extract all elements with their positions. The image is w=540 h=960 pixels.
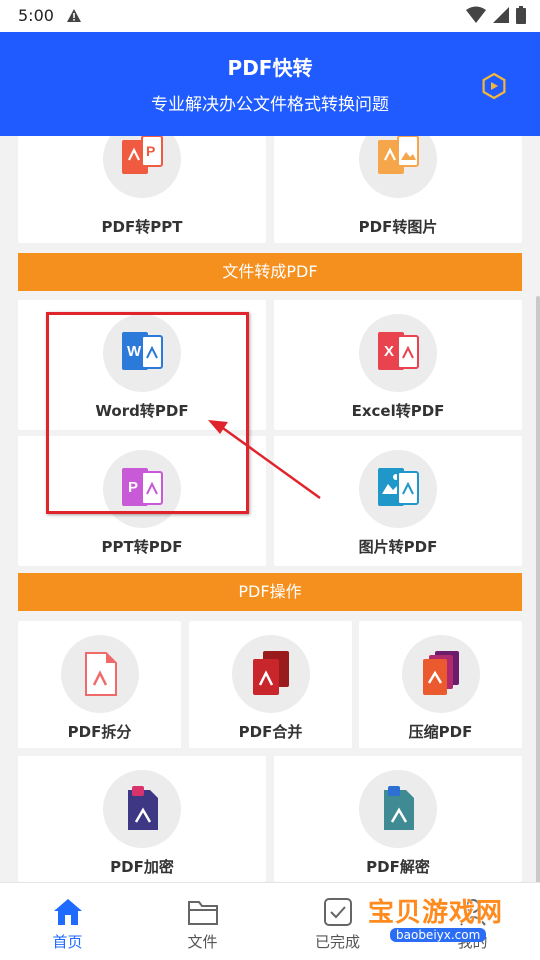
signal-icon: [493, 7, 509, 23]
status-time: 5:00: [18, 6, 54, 25]
nav-label: 文件: [187, 933, 218, 951]
scrollbar[interactable]: [536, 296, 540, 882]
app-subtitle: 专业解决办公文件格式转换问题: [151, 95, 389, 115]
annotation-arrow-icon: [208, 420, 321, 500]
app-header: PDF快转 专业解决办公文件格式转换问题: [0, 32, 540, 136]
nav-label: 首页: [52, 933, 83, 951]
app-title: PDF快转: [227, 56, 313, 80]
nav-home[interactable]: 首页: [0, 883, 135, 960]
wifi-icon: [466, 6, 486, 23]
nav-files[interactable]: 文件: [135, 883, 270, 960]
warning-icon: [67, 9, 81, 22]
folder-icon: [187, 901, 218, 925]
status-bar: 5:00: [0, 0, 540, 32]
vip-badge-icon[interactable]: [480, 72, 508, 100]
watermark-text: 宝贝游戏网: [368, 898, 504, 928]
battery-icon: [516, 6, 526, 24]
status-icons: [466, 6, 526, 24]
completed-icon: [323, 898, 352, 926]
main-content: P PDF转PPT PDF转图片 文件转成PDF W Word转PDF X Ex…: [0, 136, 540, 882]
watermark: 宝贝游戏网 baobeiyx.com: [360, 882, 530, 952]
watermark-url: baobeiyx.com: [390, 928, 487, 942]
home-icon: [53, 899, 82, 925]
